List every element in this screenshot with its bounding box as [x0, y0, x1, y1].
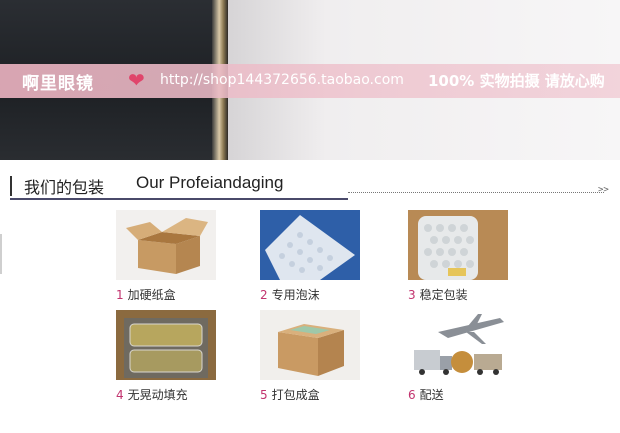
promo-text: 100% 实物拍摄 请放心购 — [428, 72, 605, 90]
step-label: 无晃动填充 — [127, 388, 188, 402]
bubble-wrap-image — [408, 210, 508, 280]
left-divider — [0, 234, 2, 274]
step-number: 1 — [116, 288, 124, 302]
step-label: 稳定包装 — [419, 288, 468, 302]
step-number: 3 — [408, 288, 416, 302]
shop-url[interactable]: http://shop144372656.taobao.com — [160, 72, 404, 88]
step-label: 配送 — [419, 388, 444, 402]
section-title-cn: 我们的包装 — [24, 178, 105, 197]
step-number: 2 — [260, 288, 268, 302]
heart-icon: ❤ — [128, 68, 145, 92]
section-title-en: Our Profeiandaging — [136, 173, 284, 192]
shop-banner: 啊里眼镜 ❤ http://shop144372656.taobao.com 1… — [0, 0, 620, 160]
step-label: 专用泡沫 — [271, 288, 320, 302]
filled-box-image — [116, 310, 216, 380]
delivery-image — [408, 310, 508, 380]
step-number: 4 — [116, 388, 124, 402]
cardboard-box-image — [116, 210, 216, 280]
step-label: 加硬纸盒 — [127, 288, 176, 302]
packed-box-image — [260, 310, 360, 380]
step-number: 5 — [260, 388, 268, 402]
header-underline — [10, 198, 348, 200]
step-label: 打包成盒 — [271, 388, 320, 402]
double-chevron-right-icon: >> — [598, 185, 609, 195]
header-dotted-line — [348, 192, 604, 193]
shop-name: 啊里眼镜 — [22, 74, 94, 94]
header-bar-divider — [10, 176, 12, 196]
packaging-section-header: 我们的包装 Our Profeiandaging >> — [10, 172, 615, 202]
bubble-foam-image — [260, 210, 360, 280]
step-number: 6 — [408, 388, 416, 402]
